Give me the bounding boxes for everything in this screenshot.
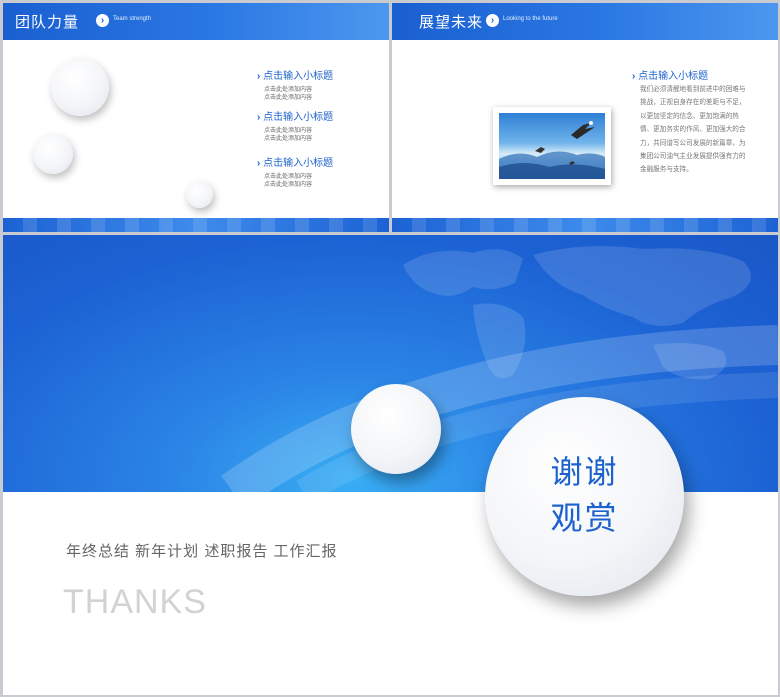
- slide-footer-bar: [3, 218, 389, 232]
- body-paragraph: 我们必须清醒地看到前进中的困难与挑战，正视自身存在的差距与不足，以更加坚定的信念…: [640, 86, 746, 174]
- slide-subtitle: Looking to the future: [503, 16, 558, 22]
- slide-title: 展望未来: [419, 14, 484, 31]
- item-title[interactable]: 点击输入小标题: [257, 67, 333, 82]
- item-line: 点击此处添加内容: [264, 95, 313, 101]
- slide-footer-bar: [392, 218, 778, 232]
- thanks-cn-line1: 谢谢: [550, 454, 619, 490]
- slide-header: 展望未来 › Looking to the future: [392, 3, 778, 40]
- eagle-photo-frame: [493, 107, 611, 185]
- decor-circle-large: [51, 58, 109, 116]
- item-title[interactable]: 点击输入小标题: [257, 154, 333, 169]
- slide-subtitle: Team strength: [113, 16, 152, 22]
- eagle-icon: [499, 121, 605, 179]
- item-title[interactable]: 点击输入小标题: [632, 67, 708, 82]
- slide-title: 团队力量: [15, 14, 80, 31]
- slide-header: 团队力量 › Team strength: [3, 3, 389, 40]
- decor-circle-medium: [33, 134, 73, 174]
- chevron-right-icon: ›: [96, 14, 109, 27]
- decor-circle: [351, 384, 441, 474]
- slide-team-strength[interactable]: 团队力量 › Team strength 点击输入小标题 点击此处添加内容 点击…: [3, 3, 389, 232]
- slide-thanks[interactable]: 谢谢 观赏 年终总结 新年计划 述职报告 工作汇报 THANKS: [3, 235, 778, 695]
- decor-circle-small: [186, 181, 213, 208]
- thanks-cn-line2: 观赏: [550, 500, 619, 536]
- thanks-circle: 谢谢 观赏: [485, 397, 684, 596]
- chevron-right-icon: ›: [486, 14, 499, 27]
- item-line: 点击此处添加内容: [264, 136, 313, 142]
- tagline: 年终总结 新年计划 述职报告 工作汇报: [66, 543, 338, 560]
- slide-looking-future[interactable]: 展望未来 › Looking to the future 点击输入小标题 我们必…: [392, 3, 778, 232]
- thanks-heading: THANKS: [63, 583, 207, 621]
- item-line: 点击此处添加内容: [264, 182, 313, 188]
- item-title[interactable]: 点击输入小标题: [257, 108, 333, 123]
- eagle-photo: [499, 113, 605, 179]
